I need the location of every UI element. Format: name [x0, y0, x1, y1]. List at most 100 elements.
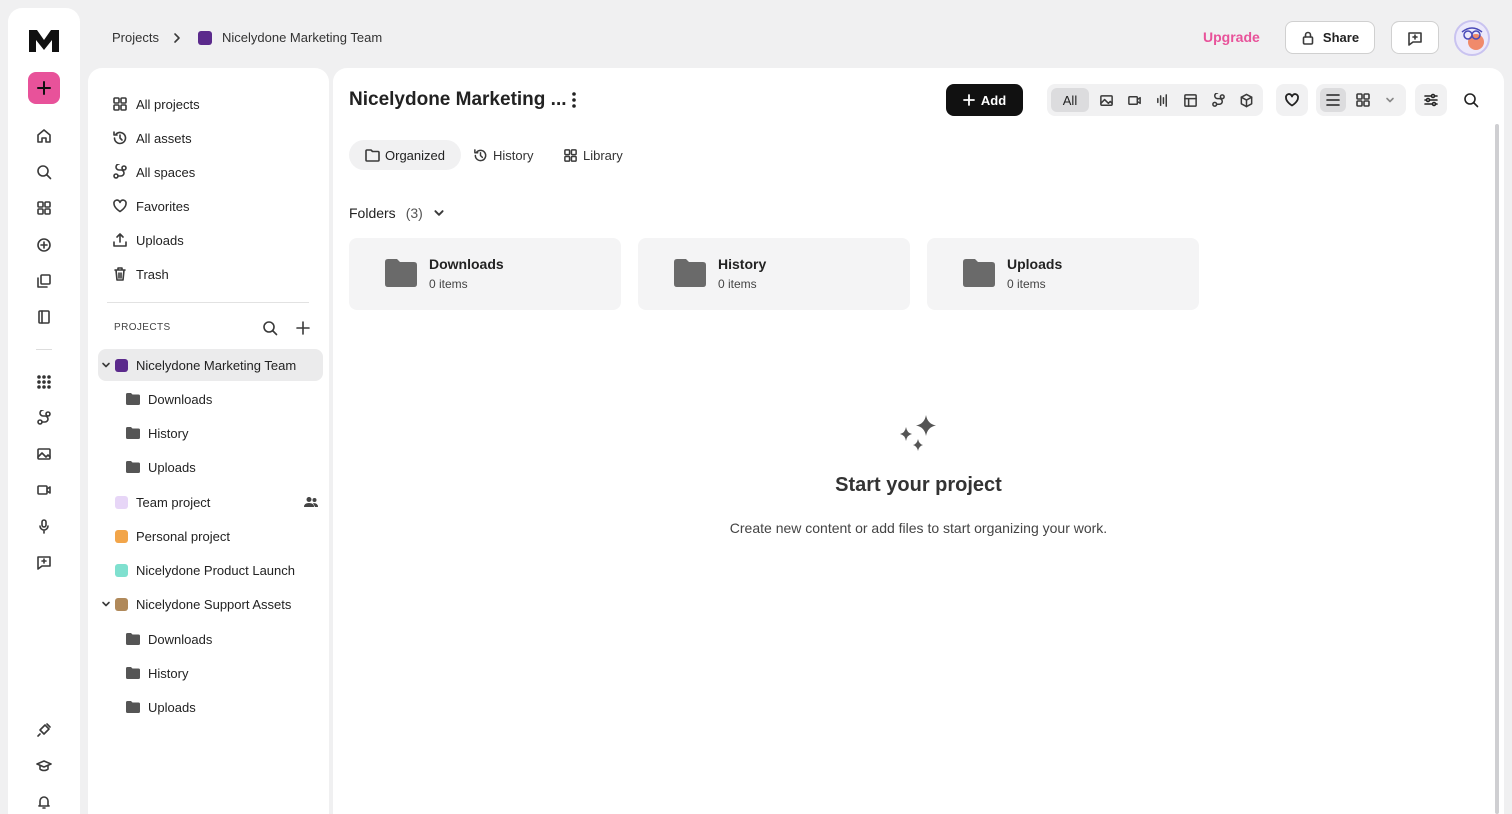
chevron-down-icon[interactable] — [101, 360, 111, 370]
history-icon — [113, 131, 127, 145]
breadcrumb-current-project[interactable]: Nicelydone Marketing Team — [222, 30, 382, 45]
folder-item-uploads[interactable]: Uploads — [126, 455, 196, 479]
scrollbar[interactable] — [1495, 124, 1499, 814]
nav-all-assets[interactable]: All assets — [112, 126, 192, 150]
breadcrumb-projects[interactable]: Projects — [112, 30, 159, 45]
folder-card-history[interactable]: History 0 items — [638, 238, 910, 310]
filter-3d-icon[interactable] — [1233, 88, 1259, 112]
top-bar: Projects Nicelydone Marketing Team Upgra… — [88, 8, 1504, 68]
search-button[interactable] — [1455, 84, 1487, 116]
folder-card-name: History — [718, 256, 767, 272]
filter-audio-icon[interactable] — [1149, 88, 1175, 112]
learn-icon[interactable] — [32, 754, 56, 778]
nav-all-spaces[interactable]: All spaces — [112, 160, 195, 184]
add-project-icon[interactable] — [295, 320, 311, 336]
app-logo[interactable] — [27, 26, 61, 54]
chevron-down-icon[interactable] — [1378, 88, 1402, 112]
filter-all[interactable]: All — [1051, 88, 1089, 112]
tools-grid-icon[interactable] — [32, 370, 56, 394]
nav-favorites[interactable]: Favorites — [112, 194, 189, 218]
create-new-button[interactable] — [28, 72, 60, 104]
rail-divider — [36, 349, 52, 350]
project-item-support-assets[interactable]: Nicelydone Support Assets — [98, 588, 323, 620]
filter-image-icon[interactable] — [1093, 88, 1119, 112]
project-item-marketing-team[interactable]: Nicelydone Marketing Team — [98, 349, 323, 381]
folder-icon — [963, 259, 995, 287]
book-icon[interactable] — [32, 305, 56, 329]
folder-item-uploads[interactable]: Uploads — [126, 695, 196, 719]
add-button[interactable]: Add — [946, 84, 1023, 116]
search-icon[interactable] — [32, 160, 56, 184]
project-item-team-project[interactable]: Team project — [98, 486, 323, 518]
sliders-icon — [1424, 93, 1438, 107]
folder-icon — [126, 393, 140, 405]
empty-state-title: Start your project — [835, 474, 1002, 496]
avatar[interactable] — [1454, 20, 1490, 56]
chevron-right-icon — [172, 32, 182, 44]
grid-icon — [113, 97, 127, 111]
upgrade-link[interactable]: Upgrade — [1203, 29, 1260, 45]
bell-icon[interactable] — [32, 790, 56, 814]
image-icon[interactable] — [32, 442, 56, 466]
share-button[interactable]: Share — [1285, 21, 1375, 54]
tab-label: Organized — [385, 147, 445, 163]
tab-organized[interactable]: Organized — [349, 140, 461, 170]
folder-item-downloads[interactable]: Downloads — [126, 387, 212, 411]
project-color-swatch — [115, 597, 128, 611]
folder-name: History — [148, 665, 189, 681]
plugin-icon[interactable] — [32, 718, 56, 742]
project-item-personal-project[interactable]: Personal project — [98, 520, 323, 552]
explore-icon[interactable] — [32, 233, 56, 257]
projects-heading: PROJECTS — [114, 322, 171, 333]
folder-item-history[interactable]: History — [126, 421, 188, 445]
nav-label: All assets — [136, 130, 192, 146]
apps-icon[interactable] — [32, 196, 56, 220]
spaces-icon — [113, 164, 127, 179]
search-projects-icon[interactable] — [262, 320, 278, 336]
home-icon[interactable] — [32, 124, 56, 148]
tab-history[interactable]: History — [457, 140, 549, 170]
more-options-icon[interactable] — [565, 90, 583, 110]
workflow-icon[interactable] — [32, 406, 56, 430]
folder-outline-icon — [365, 148, 380, 162]
filter-workflow-icon[interactable] — [1205, 88, 1231, 112]
project-item-product-launch[interactable]: Nicelydone Product Launch — [98, 554, 323, 586]
chevron-down-icon[interactable] — [101, 599, 111, 609]
list-view-icon[interactable] — [1320, 88, 1346, 112]
project-color-swatch — [198, 31, 212, 45]
nav-all-projects[interactable]: All projects — [112, 92, 200, 116]
grid-view-icon[interactable] — [1350, 88, 1376, 112]
filter-video-icon[interactable] — [1121, 88, 1147, 112]
tab-library[interactable]: Library — [547, 140, 639, 170]
nav-uploads[interactable]: Uploads — [112, 228, 184, 252]
project-name: Nicelydone Support Assets — [136, 596, 292, 612]
feedback-button[interactable] — [1391, 21, 1439, 54]
folder-name: Downloads — [148, 631, 213, 647]
favorites-filter-button[interactable] — [1276, 84, 1308, 116]
filter-settings-button[interactable] — [1415, 84, 1447, 116]
folder-name: History — [148, 425, 189, 441]
folder-card-downloads[interactable]: Downloads 0 items — [349, 238, 621, 310]
layers-icon[interactable] — [32, 269, 56, 293]
nav-trash[interactable]: Trash — [112, 262, 169, 286]
folder-icon — [126, 701, 140, 713]
folders-section-header[interactable]: Folders (3) — [349, 205, 445, 221]
project-name: Nicelydone Marketing Team — [136, 357, 297, 373]
asset-type-filter: All — [1047, 84, 1263, 116]
project-color-swatch — [115, 563, 128, 577]
project-name: Nicelydone Product Launch — [136, 562, 295, 578]
tab-label: Library — [583, 147, 623, 163]
microphone-icon[interactable] — [32, 514, 56, 538]
folder-item-history[interactable]: History — [126, 661, 188, 685]
folder-card-uploads[interactable]: Uploads 0 items — [927, 238, 1199, 310]
add-label: Add — [980, 92, 1007, 108]
filter-document-icon[interactable] — [1177, 88, 1203, 112]
folder-card-count: 0 items — [429, 277, 468, 291]
main-panel: Nicelydone Marketing ... Add All Organiz… — [333, 68, 1504, 814]
sparkles-icon — [900, 415, 936, 451]
feedback-icon[interactable] — [32, 550, 56, 574]
video-icon[interactable] — [32, 478, 56, 502]
folder-item-downloads[interactable]: Downloads — [126, 627, 212, 651]
folders-heading: Folders — [349, 205, 396, 221]
heart-icon — [113, 199, 127, 213]
